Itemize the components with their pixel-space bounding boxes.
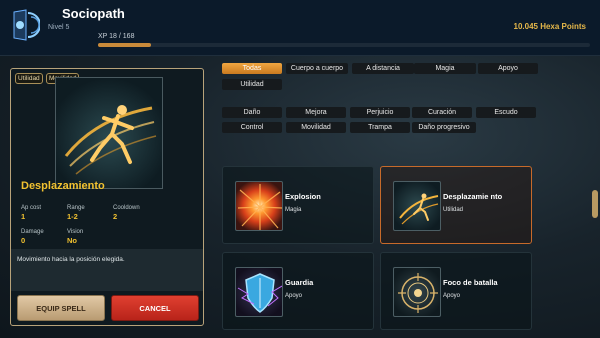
player-level: Nivel 5 — [48, 24, 70, 31]
battle-focus-icon — [393, 267, 441, 317]
xp-bar-fill — [98, 43, 151, 47]
stat-value: 1-2 — [67, 212, 78, 221]
stat-value: 1 — [21, 212, 26, 221]
stat-label: Ap cost — [21, 205, 42, 211]
spell-card-guardia[interactable]: Guardia Apoyo — [222, 252, 374, 330]
stat-label: Range — [67, 205, 85, 211]
filter-movilidad[interactable]: Movilidad — [286, 122, 346, 133]
spell-card-type: Apoyo — [285, 293, 303, 299]
explosion-icon — [235, 181, 283, 231]
cancel-button[interactable]: CANCEL — [111, 295, 199, 321]
spell-card-type: Apoyo — [443, 293, 461, 299]
filter-cuerpo-a-cuerpo[interactable]: Cuerpo a cuerpo — [286, 63, 348, 74]
stat-label: Damage — [21, 229, 44, 235]
filter-a-distancia[interactable]: A distancia — [352, 63, 414, 74]
xp-label: XP 18 / 168 — [98, 33, 135, 40]
filter-dano-progresivo[interactable]: Daño progresivo — [412, 122, 476, 133]
spell-artwork — [55, 77, 163, 189]
filter-mejora[interactable]: Mejora — [286, 107, 346, 118]
spell-card-name: Foco de batalla — [443, 278, 498, 287]
player-name: Sociopath — [62, 6, 125, 21]
spell-card-desplazamiento[interactable]: Desplazamie nto Utilidad — [380, 166, 532, 244]
spell-card-type: Utilidad — [443, 207, 464, 213]
top-bar: Sociopath Nivel 5 XP 18 / 168 10.045 Hex… — [0, 0, 600, 56]
equip-spell-button[interactable]: EQUIP SPELL — [17, 295, 105, 321]
filter-perjuicio[interactable]: Perjuicio — [350, 107, 410, 118]
stat-value: 0 — [21, 236, 26, 245]
filter-trampa[interactable]: Trampa — [350, 122, 410, 133]
stat-value: 2 — [113, 212, 118, 221]
spell-card-foco-de-batalla[interactable]: Foco de batalla Apoyo — [380, 252, 532, 330]
spell-description: Movimiento hacia la posición elegida. — [11, 249, 203, 291]
guard-shield-icon — [235, 267, 283, 317]
filter-escudo[interactable]: Escudo — [476, 107, 536, 118]
filter-todas[interactable]: Todas — [222, 63, 282, 74]
filter-utilidad[interactable]: Utilidad — [222, 79, 282, 90]
currency-display: 10.045 Hexa Points — [513, 22, 586, 31]
spell-card-type: Magia — [285, 207, 302, 213]
filter-magia[interactable]: Magia — [414, 63, 476, 74]
scrollbar-thumb[interactable] — [592, 190, 598, 218]
spell-card-name: Desplazamie nto — [443, 192, 503, 201]
filter-curacion[interactable]: Curación — [412, 107, 472, 118]
spell-title: Desplazamiento — [21, 180, 105, 192]
hexa-logo-icon — [13, 9, 40, 41]
xp-bar — [98, 43, 590, 47]
spell-card-name: Guardia — [285, 278, 314, 287]
spell-detail-panel: Utilidad Movilidad Desplazamiento Ap cos… — [10, 68, 204, 326]
spell-tag: Utilidad — [15, 73, 43, 84]
filter-apoyo[interactable]: Apoyo — [478, 63, 538, 74]
filter-control[interactable]: Control — [222, 122, 282, 133]
stat-label: Vision — [67, 229, 84, 235]
stat-label: Cooldown — [113, 205, 140, 211]
filter-dano[interactable]: Daño — [222, 107, 282, 118]
spell-card-explosion[interactable]: Explosion Magia — [222, 166, 374, 244]
spell-card-name: Explosion — [285, 192, 321, 201]
dash-runner-icon — [64, 105, 157, 175]
stat-value: No — [67, 236, 77, 245]
dash-icon — [393, 181, 441, 231]
